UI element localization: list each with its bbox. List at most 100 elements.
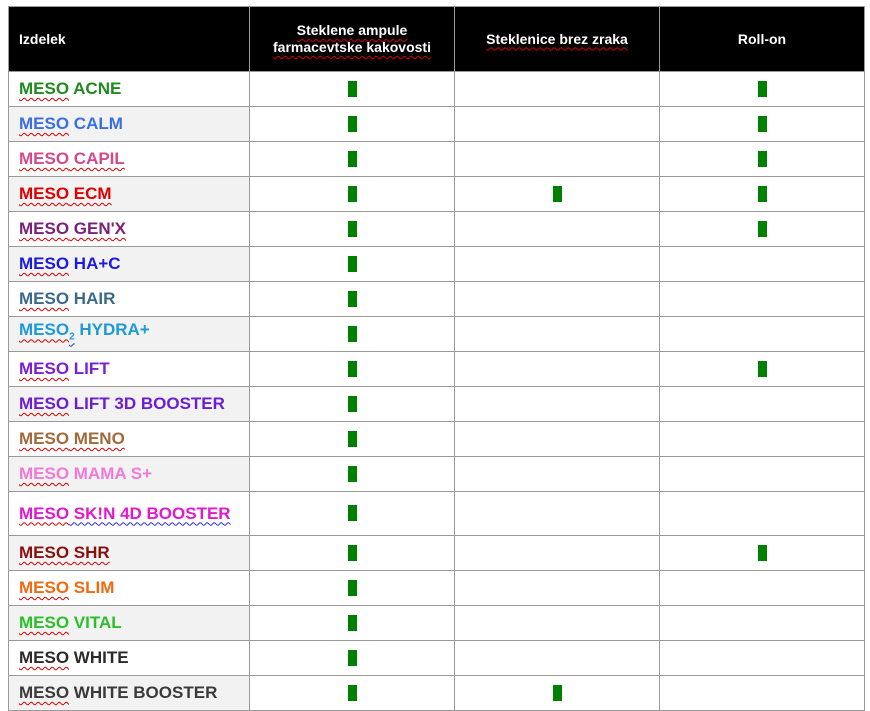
available-check-icon <box>757 220 767 237</box>
product-variant: ACNE <box>69 79 122 98</box>
availability-cell-ampule <box>249 211 455 247</box>
product-variant: LIFT <box>69 359 110 378</box>
product-name-cell: MESO SLIM <box>8 570 250 606</box>
availability-cell-ampule <box>249 141 455 177</box>
product-name-cell: MESO ACNE <box>8 71 250 107</box>
availability-cell-ampule <box>249 570 455 606</box>
available-check-icon <box>347 579 357 596</box>
product-brand: MESO <box>19 429 70 448</box>
product-name-cell: MESO HA+C <box>8 246 250 282</box>
available-check-icon <box>347 325 357 342</box>
available-check-icon <box>347 544 357 561</box>
availability-cell-rollon <box>659 106 865 142</box>
table-row: MESO ACNE <box>8 71 865 107</box>
product-brand: MESO <box>19 359 70 378</box>
availability-cell-airless <box>454 211 660 247</box>
table-row: MESO ECM <box>8 176 865 212</box>
product-name-cell: MESO MAMA S+ <box>8 456 250 492</box>
product-brand: MESO <box>19 114 70 133</box>
header-roll-on: Roll-on <box>659 6 865 72</box>
availability-cell-rollon <box>659 491 865 536</box>
product-name-cell: MESO SHR <box>8 535 250 571</box>
table-row: MESO GEN'X <box>8 211 865 247</box>
availability-cell-ampule <box>249 491 455 536</box>
table-body: MESO ACNE MESO CALM MESO CAPIL MESO ECM MESO… <box>8 71 865 711</box>
table-row: MESO SHR <box>8 535 865 571</box>
availability-cell-airless <box>454 421 660 457</box>
availability-cell-airless <box>454 640 660 676</box>
product-variant: WHITE BOOSTER <box>69 683 218 702</box>
table-row: MESO HA+C <box>8 246 865 282</box>
availability-cell-rollon <box>659 316 865 352</box>
table-row: MESO HAIR <box>8 281 865 317</box>
availability-cell-ampule <box>249 106 455 142</box>
product-variant: CAPIL <box>69 149 125 168</box>
available-check-icon <box>347 430 357 447</box>
available-check-icon <box>757 115 767 132</box>
availability-cell-ampule <box>249 535 455 571</box>
table-row: MESO MENO <box>8 421 865 457</box>
availability-cell-ampule <box>249 351 455 387</box>
table-row: MESO LIFT <box>8 351 865 387</box>
product-packaging-table: Izdelek Steklene ampule farmacevtske kak… <box>8 6 865 711</box>
availability-cell-airless <box>454 106 660 142</box>
product-name-cell: MESO2 HYDRA+ <box>8 316 250 352</box>
availability-cell-rollon <box>659 176 865 212</box>
product-variant: VITAL <box>69 613 122 632</box>
product-brand: MESO <box>19 254 70 273</box>
table-header-row: Izdelek Steklene ampule farmacevtske kak… <box>8 6 865 72</box>
product-brand: MESO <box>19 289 70 308</box>
table-row: MESO WHITE BOOSTER <box>8 675 865 711</box>
header-glass-ampoules: Steklene ampule farmacevtske kakovosti <box>249 6 455 72</box>
available-check-icon <box>347 290 357 307</box>
availability-cell-airless <box>454 570 660 606</box>
available-check-icon <box>757 544 767 561</box>
availability-cell-airless <box>454 386 660 422</box>
availability-cell-ampule <box>249 675 455 711</box>
product-variant: HAIR <box>69 289 116 308</box>
product-variant: WHITE <box>69 648 129 667</box>
product-name-cell: MESO ECM <box>8 176 250 212</box>
product-variant: SLIM <box>69 578 115 597</box>
product-brand: MESO <box>19 543 70 562</box>
product-brand: MESO <box>19 578 70 597</box>
availability-cell-ampule <box>249 386 455 422</box>
product-brand: MESO <box>19 184 70 203</box>
table-row: MESO CAPIL <box>8 141 865 177</box>
available-check-icon <box>347 80 357 97</box>
availability-cell-rollon <box>659 386 865 422</box>
availability-cell-airless <box>454 605 660 641</box>
availability-cell-rollon <box>659 421 865 457</box>
table-row: MESO WHITE <box>8 640 865 676</box>
product-name-cell: MESO HAIR <box>8 281 250 317</box>
product-variant: SHR <box>69 543 110 562</box>
availability-cell-airless <box>454 246 660 282</box>
product-brand: MESO <box>19 79 70 98</box>
availability-cell-ampule <box>249 246 455 282</box>
product-name-cell: MESO CALM <box>8 106 250 142</box>
table-row: MESO SK!N 4D BOOSTER <box>8 491 865 536</box>
availability-cell-rollon <box>659 675 865 711</box>
available-check-icon <box>757 185 767 202</box>
availability-cell-rollon <box>659 605 865 641</box>
available-check-icon <box>347 684 357 701</box>
product-name-cell: MESO WHITE BOOSTER <box>8 675 250 711</box>
product-variant: HYDRA+ <box>74 320 150 340</box>
availability-cell-airless <box>454 351 660 387</box>
available-check-icon <box>757 360 767 377</box>
table-row: MESO VITAL <box>8 605 865 641</box>
product-variant: GEN'X <box>69 219 127 238</box>
available-check-icon <box>757 150 767 167</box>
product-variant: SK!N 4D BOOSTER <box>69 503 231 523</box>
available-check-icon <box>347 465 357 482</box>
availability-cell-rollon <box>659 71 865 107</box>
available-check-icon <box>552 185 562 202</box>
availability-cell-ampule <box>249 456 455 492</box>
product-name-cell: MESO GEN'X <box>8 211 250 247</box>
product-variant: LIFT 3D BOOSTER <box>69 394 225 413</box>
available-check-icon <box>757 80 767 97</box>
table-row: MESO MAMA S+ <box>8 456 865 492</box>
product-variant: MENO <box>69 429 125 448</box>
available-check-icon <box>552 684 562 701</box>
product-brand: MESO <box>19 219 70 238</box>
